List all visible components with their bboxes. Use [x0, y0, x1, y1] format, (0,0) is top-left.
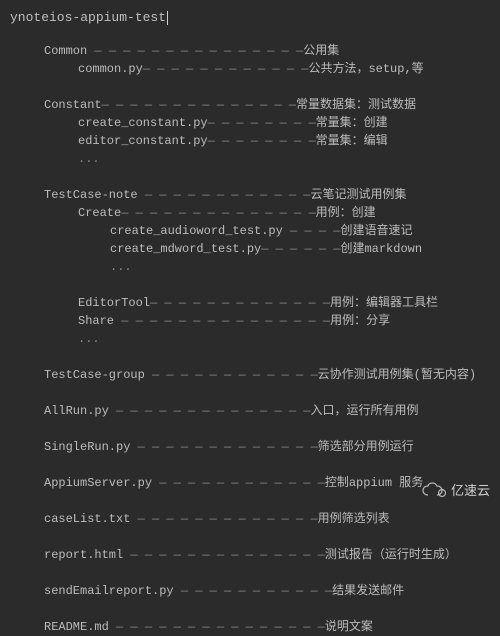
- tree-line: create_constant.py— — — — — — — —常量集：创建: [10, 114, 500, 132]
- tree-connector: — — — — — — — — — — — — — — —: [87, 44, 303, 58]
- tree-line: report.html — — — — — — — — — — — — — —测…: [10, 546, 500, 564]
- tree-line: Create— — — — — — — — — — — — — —用例：创建: [10, 204, 500, 222]
- tree-line: common.py— — — — — — — — — — — —公共方法，set…: [10, 60, 500, 78]
- tree-connector: — — — — — — — —: [208, 134, 316, 148]
- node-name: TestCase-note: [44, 188, 138, 202]
- tree-connector: — — — — — — — — — — — —: [152, 476, 325, 490]
- project-title: ynoteios-appium-test: [10, 8, 500, 28]
- blank-line: [10, 276, 500, 294]
- tree-connector: — — — — — — — — — — — — —: [130, 440, 317, 454]
- tree-connector: — — — —: [283, 224, 341, 238]
- node-name: editor_constant.py: [78, 134, 208, 148]
- blank-line: [10, 348, 500, 366]
- tree-connector: — — — — — — — — — — — — —: [130, 512, 317, 526]
- node-desc: 筛选部分用例运行: [318, 440, 414, 454]
- node-desc: 创建markdown: [340, 242, 422, 256]
- tree-connector: — — — — — — — —: [208, 116, 316, 130]
- tree-connector: — — — — — — — — — — — — —: [150, 296, 330, 310]
- blank-line: [10, 528, 500, 546]
- blank-line: [10, 420, 500, 438]
- tree-connector: — — — — — — — — — — — — — — —: [114, 314, 330, 328]
- tree-connector: — — — — — — — — — — — — — —: [102, 98, 296, 112]
- tree-connector: — — — — — — — — — — —: [174, 584, 332, 598]
- blank-line: [10, 600, 500, 618]
- node-name: sendEmailreport.py: [44, 584, 174, 598]
- tree-view: Common — — — — — — — — — — — — — — —公用集c…: [10, 42, 500, 636]
- tree-connector: — — — — — —: [261, 242, 340, 256]
- node-name: create_constant.py: [78, 116, 208, 130]
- tree-line: editor_constant.py— — — — — — — —常量集：编辑: [10, 132, 500, 150]
- node-name: EditorTool: [78, 296, 150, 310]
- tree-line: EditorTool— — — — — — — — — — — — —用例：编辑…: [10, 294, 500, 312]
- tree-connector: — — — — — — — — — — — — — —: [123, 548, 325, 562]
- node-name: Create: [78, 206, 121, 220]
- node-desc: 公共方法，setup,等: [308, 62, 423, 76]
- tree-line: ...: [10, 258, 500, 276]
- node-name: AppiumServer.py: [44, 476, 152, 490]
- watermark: 亿速云: [421, 481, 490, 501]
- tree-line: sendEmailreport.py — — — — — — — — — — —…: [10, 582, 500, 600]
- ellipsis: ...: [110, 260, 132, 274]
- node-name: create_audioword_test.py: [110, 224, 283, 238]
- tree-line: TestCase-note — — — — — — — — — — — —云笔记…: [10, 186, 500, 204]
- tree-line: ...: [10, 150, 500, 168]
- tree-line: Share — — — — — — — — — — — — — — —用例：分享: [10, 312, 500, 330]
- blank-line: [10, 78, 500, 96]
- tree-line: README.md — — — — — — — — — — — — — — —说…: [10, 618, 500, 636]
- cloud-icon: [421, 482, 447, 498]
- tree-line: create_mdword_test.py— — — — — —创建markdo…: [10, 240, 500, 258]
- node-desc: 常量数据集：测试数据: [296, 98, 416, 112]
- node-name: TestCase-group: [44, 368, 145, 382]
- tree-connector: — — — — — — — — — — — — — —: [109, 404, 311, 418]
- node-desc: 控制appium 服务: [325, 476, 423, 490]
- tree-connector: — — — — — — — — — — — — — — —: [109, 620, 325, 634]
- node-name: create_mdword_test.py: [110, 242, 261, 256]
- tree-connector: — — — — — — — — — — — —: [138, 188, 311, 202]
- node-desc: 常量集：创建: [316, 116, 388, 130]
- tree-connector: — — — — — — — — — — — —: [143, 62, 309, 76]
- node-desc: 结果发送邮件: [332, 584, 404, 598]
- node-name: Share: [78, 314, 114, 328]
- node-desc: 用例：分享: [330, 314, 390, 328]
- tree-connector: — — — — — — — — — — — —: [145, 368, 318, 382]
- tree-line: SingleRun.py — — — — — — — — — — — — —筛选…: [10, 438, 500, 456]
- node-desc: 说明文案: [325, 620, 373, 634]
- node-name: report.html: [44, 548, 123, 562]
- tree-line: Constant— — — — — — — — — — — — — —常量数据集…: [10, 96, 500, 114]
- node-name: AllRun.py: [44, 404, 109, 418]
- tree-connector: — — — — — — — — — — — — — —: [121, 206, 315, 220]
- node-name: common.py: [78, 62, 143, 76]
- node-desc: 用例：编辑器工具栏: [330, 296, 438, 310]
- node-name: SingleRun.py: [44, 440, 130, 454]
- tree-line: AllRun.py — — — — — — — — — — — — — —入口，…: [10, 402, 500, 420]
- tree-line: TestCase-group — — — — — — — — — — — —云协…: [10, 366, 500, 384]
- blank-line: [10, 456, 500, 474]
- node-desc: 用例筛选列表: [318, 512, 390, 526]
- blank-line: [10, 384, 500, 402]
- node-desc: 云协作测试用例集(暂无内容): [318, 368, 476, 382]
- node-name: README.md: [44, 620, 109, 634]
- node-desc: 测试报告（运行时生成）: [325, 548, 457, 562]
- node-name: Constant: [44, 98, 102, 112]
- tree-line: ...: [10, 330, 500, 348]
- node-name: caseList.txt: [44, 512, 130, 526]
- ellipsis: ...: [78, 152, 100, 166]
- tree-line: create_audioword_test.py — — — —创建语音速记: [10, 222, 500, 240]
- node-desc: 用例：创建: [316, 206, 376, 220]
- node-desc: 创建语音速记: [340, 224, 412, 238]
- tree-line: Common — — — — — — — — — — — — — — —公用集: [10, 42, 500, 60]
- blank-line: [10, 564, 500, 582]
- node-desc: 公用集: [303, 44, 339, 58]
- node-desc: 入口，运行所有用例: [310, 404, 418, 418]
- watermark-text: 亿速云: [451, 481, 490, 501]
- tree-line: caseList.txt — — — — — — — — — — — — —用例…: [10, 510, 500, 528]
- node-desc: 常量集：编辑: [316, 134, 388, 148]
- blank-line: [10, 168, 500, 186]
- node-desc: 云笔记测试用例集: [310, 188, 406, 202]
- node-name: Common: [44, 44, 87, 58]
- ellipsis: ...: [78, 332, 100, 346]
